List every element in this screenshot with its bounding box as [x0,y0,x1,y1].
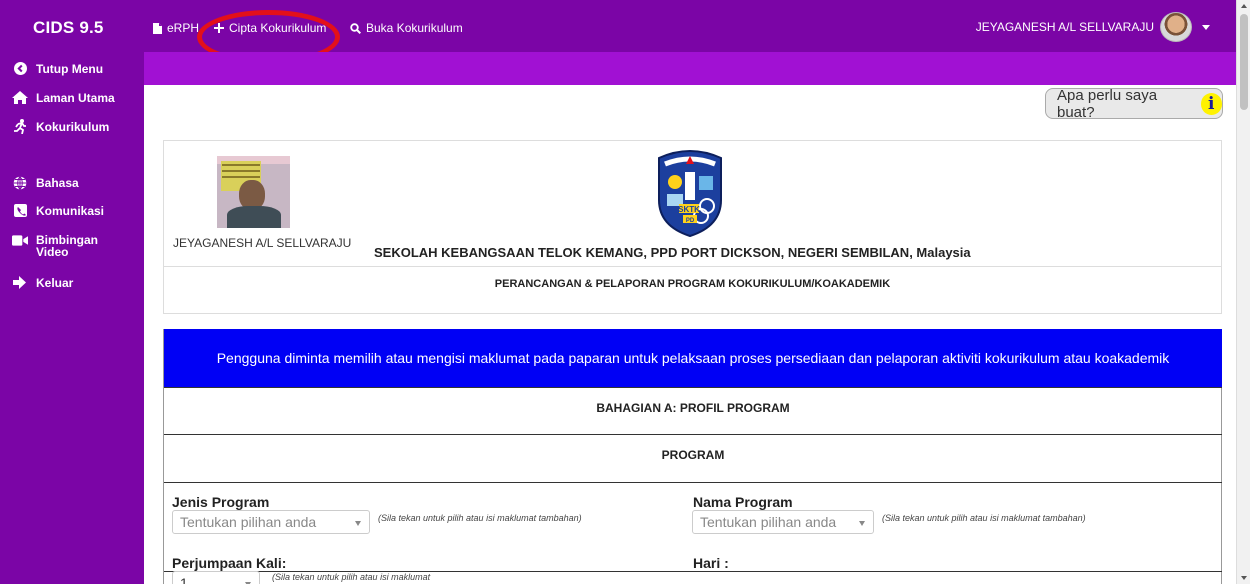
search-icon [350,22,361,34]
school-crest-logo: SKTK PD [658,150,722,238]
phone-icon [13,204,27,217]
nama-program-placeholder: Tentukan pilihan anda [700,514,837,530]
video-camera-icon [12,235,28,246]
teacher-name: JEYAGANESH A/L SELLVARAJU [173,236,352,250]
sidebar-item-label: Kokurikulum [36,119,110,134]
sidebar-item-label: Bimbingan Video [36,233,98,259]
program-heading: PROGRAM [164,434,1222,482]
page-scrollbar[interactable] [1236,0,1250,584]
school-header-card: JEYAGANESH A/L SELLVARAJU SKTK PD SEKOLA… [163,140,1222,314]
jenis-program-label: Jenis Program [172,494,270,510]
nav-cipta-kokurikulum-link[interactable]: Cipta Kokurikulum [214,21,326,35]
sidebar-item-label: Keluar [36,275,74,290]
help-button[interactable]: Apa perlu saya buat? i [1045,86,1223,121]
chevron-down-icon [1202,24,1210,30]
home-icon [12,91,28,104]
instruction-banner: Pengguna diminta memilih atau mengisi ma… [164,329,1222,387]
brand-title[interactable]: CIDS 9.5 [33,18,104,38]
perjumpaan-kali-hint: (Sila tekan untuk pilih atau isi makluma… [272,572,431,582]
chevron-down-icon [355,521,361,526]
svg-text:PD: PD [686,218,695,224]
svg-text:SKTK: SKTK [678,205,700,214]
sidebar-item-tutup-menu[interactable]: Tutup Menu [12,62,103,75]
scroll-up-icon[interactable] [1241,4,1247,8]
perjumpaan-kali-value: 1 [180,575,188,584]
jenis-program-select[interactable]: Tentukan pilihan anda [172,510,370,534]
sidebar-item-label: Komunikasi [36,203,105,218]
divider [164,266,1221,267]
chevron-down-icon [859,521,865,526]
nama-program-hint: (Sila tekan untuk pilih atau isi makluma… [882,513,1086,523]
avatar [1160,12,1192,42]
nav-buka-kokurikulum-label: Buka Kokurikulum [366,21,463,35]
chevron-left-circle-icon [13,62,27,75]
sidebar-item-bimbingan-video[interactable]: Bimbingan Video [12,234,102,258]
jenis-program-placeholder: Tentukan pilihan anda [180,514,317,530]
purple-strip [144,52,1236,85]
scroll-down-icon[interactable] [1241,576,1247,580]
scrollbar-thumb[interactable] [1240,14,1248,110]
nav-cipta-kokurikulum-label: Cipta Kokurikulum [229,21,327,35]
hari-label: Hari : [693,555,729,571]
nama-program-select[interactable]: Tentukan pilihan anda [692,510,874,534]
sidebar-item-label: Bahasa [36,176,79,190]
sign-out-icon [12,276,26,289]
perjumpaan-kali-select[interactable]: 1 [172,571,260,584]
help-button-label: Apa perlu saya buat? [1057,86,1158,121]
top-navbar: CIDS 9.5 eRPH Cipta Kokurikulum Buka Kok… [0,0,1236,52]
user-name: JEYAGANESH A/L SELLVARAJU [975,20,1154,34]
nav-erph-link[interactable]: eRPH [153,21,199,35]
user-menu[interactable]: JEYAGANESH A/L SELLVARAJU [976,12,1210,42]
nav-buka-kokurikulum-link[interactable]: Buka Kokurikulum [350,21,463,35]
sidebar-item-komunikasi[interactable]: Komunikasi [12,204,104,217]
teacher-photo [217,156,290,228]
document-icon [153,22,162,34]
sidebar-item-bahasa[interactable]: Bahasa [12,176,79,190]
plus-icon [214,23,224,33]
info-icon: i [1200,92,1222,115]
sidebar-item-label: Tutup Menu [36,61,104,76]
sidebar-item-label: Laman Utama [36,90,115,105]
globe-icon [13,176,27,190]
page-subtitle: PERANCANGAN & PELAPORAN PROGRAM KOKURIKU… [494,278,891,290]
nav-erph-label: eRPH [167,21,200,35]
sidebar-item-keluar[interactable]: Keluar [12,276,73,289]
program-form: Pengguna diminta memilih atau mengisi ma… [163,329,1222,584]
jenis-program-hint: (Sila tekan untuk pilih atau isi makluma… [378,513,582,523]
sidebar-item-kokurikulum[interactable]: Kokurikulum [12,119,109,134]
nama-program-label: Nama Program [693,494,793,510]
running-person-icon [13,119,26,134]
perjumpaan-kali-label: Perjumpaan Kali: [172,555,287,571]
school-name: SEKOLAH KEBANGSAAN TELOK KEMANG, PPD POR… [374,245,971,260]
sidebar-item-laman-utama[interactable]: Laman Utama [12,91,115,104]
section-a-heading: BAHAGIAN A: PROFIL PROGRAM [164,387,1222,435]
sidebar: Tutup Menu Laman Utama Kokurikulum Bahas… [0,52,144,584]
